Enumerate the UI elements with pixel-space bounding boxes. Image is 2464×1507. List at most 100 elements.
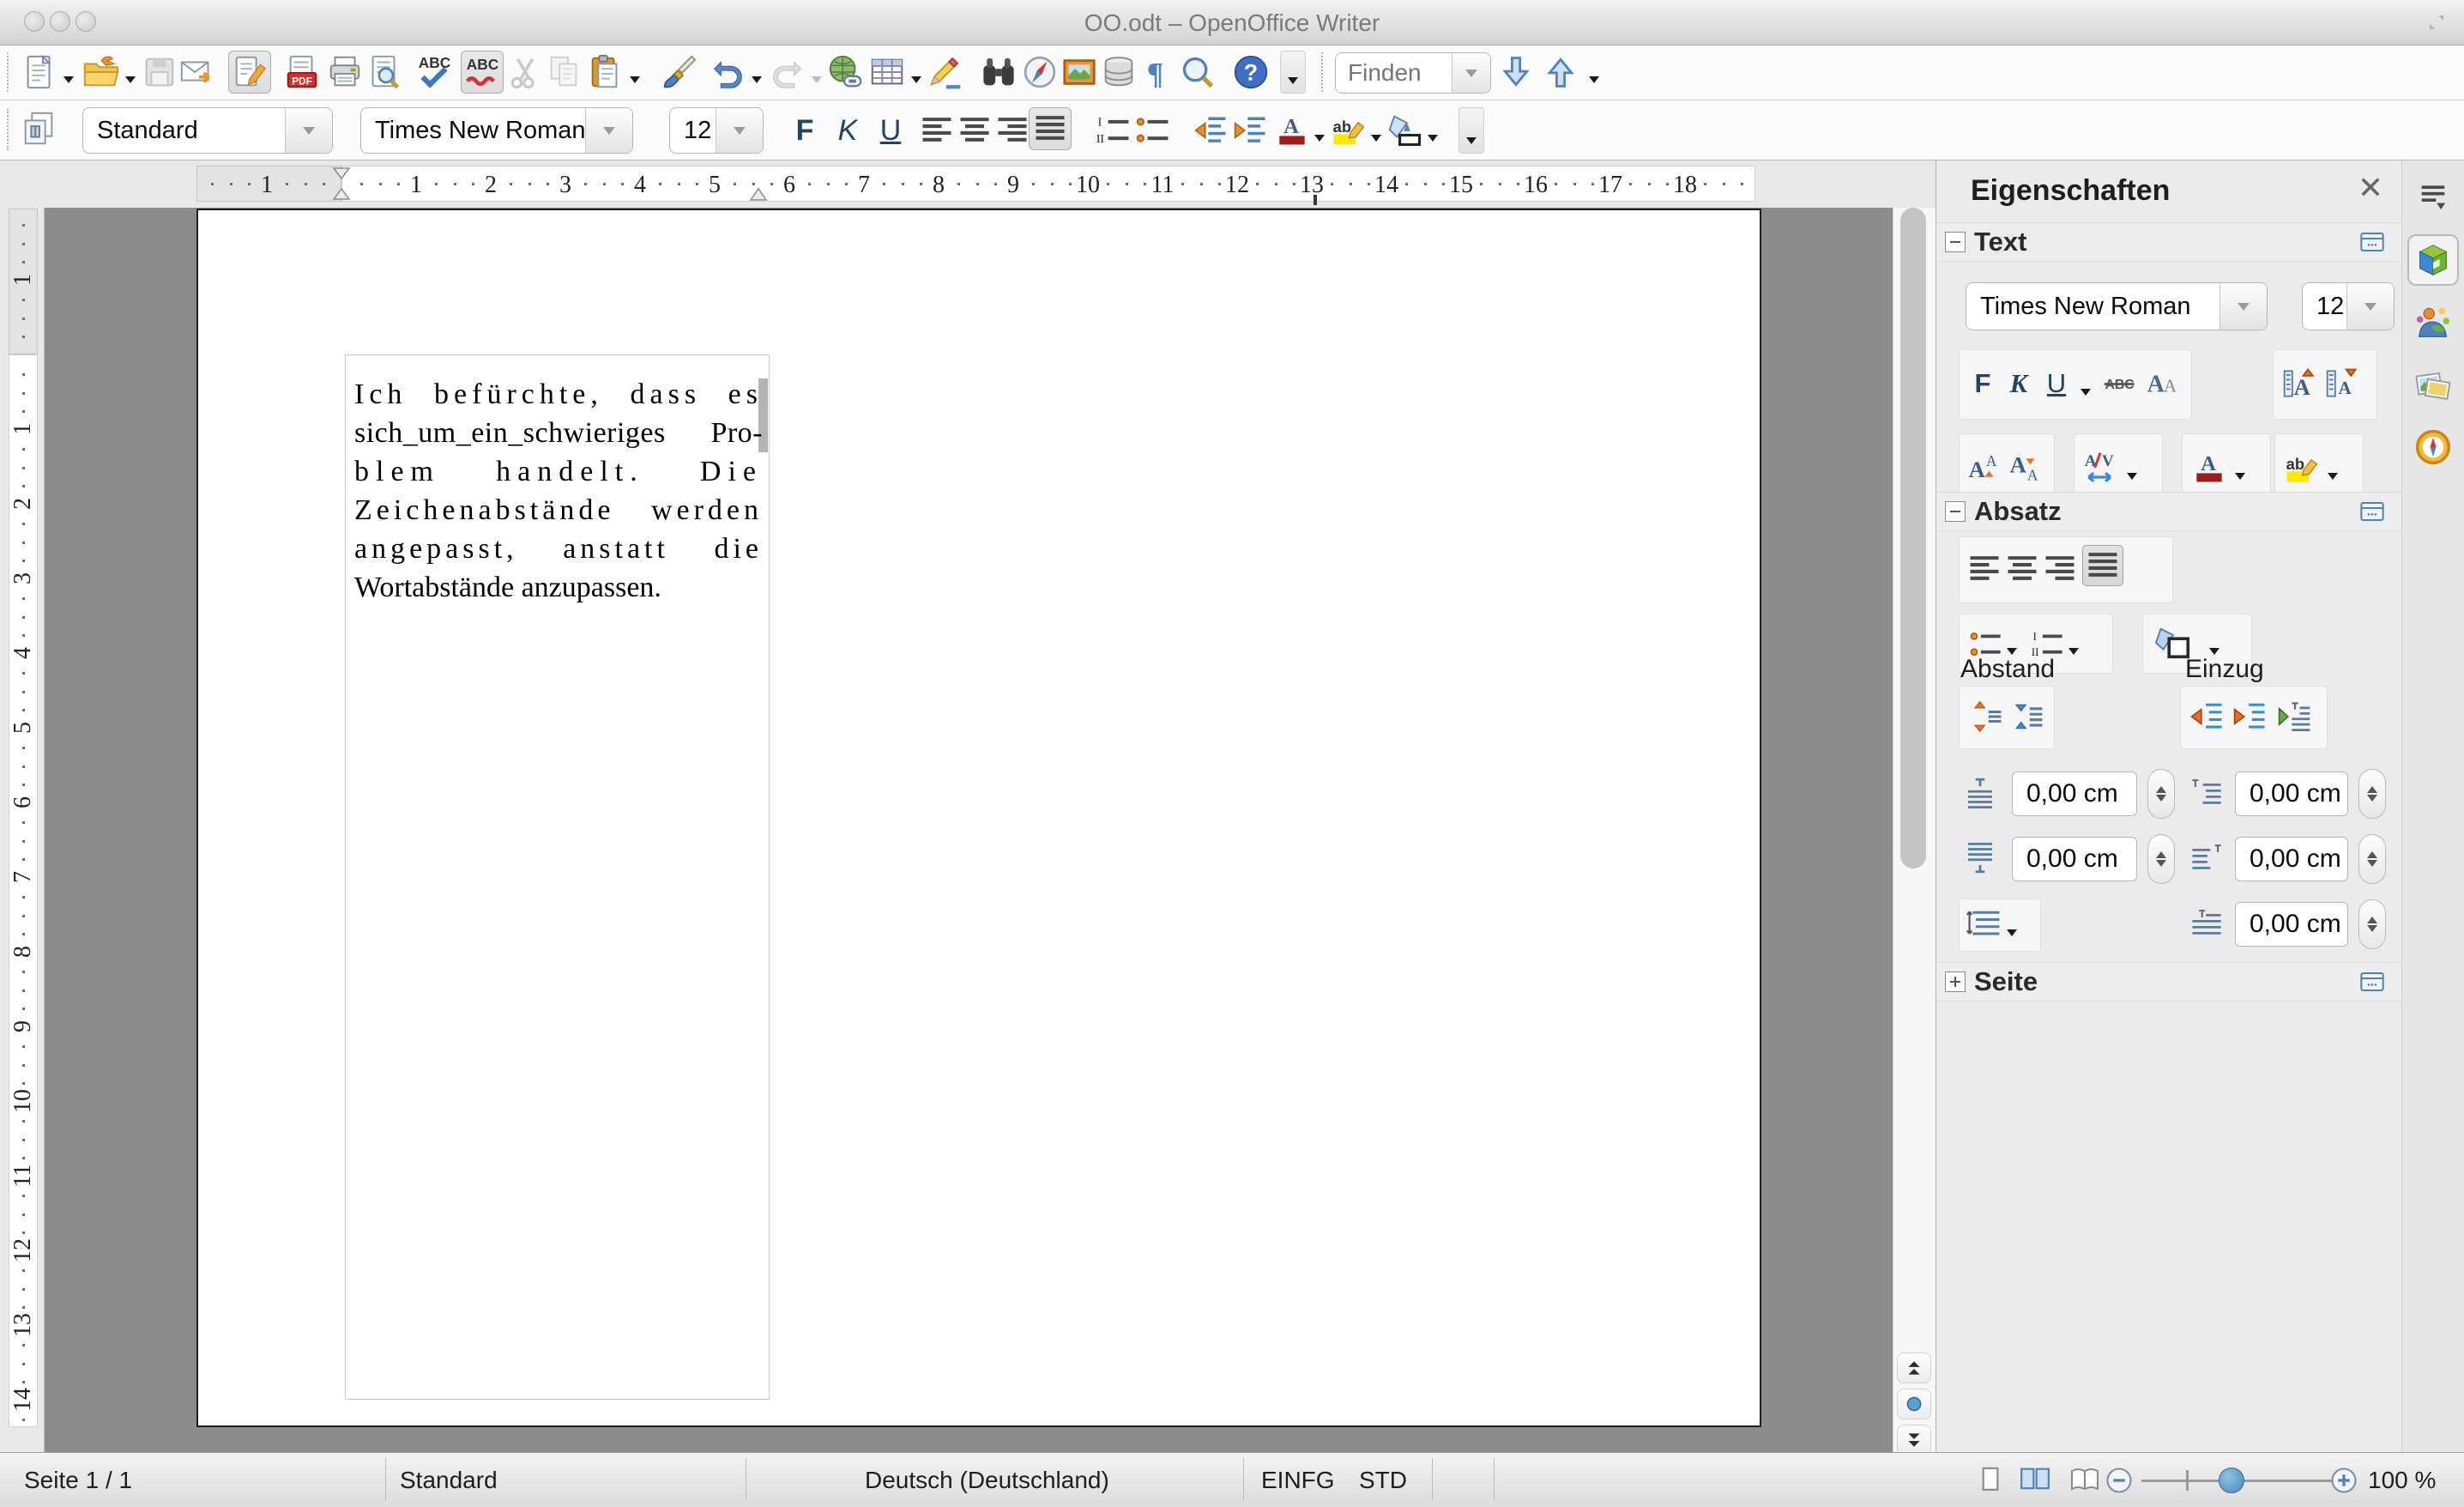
font-size-combo[interactable]: 12 [669,107,764,154]
insert-table-button[interactable] [866,51,909,94]
edit-file-button[interactable] [228,51,271,94]
language[interactable]: Deutsch (Deutschland) [865,1467,1109,1494]
auto-spellcheck-button[interactable]: ABC [461,51,504,94]
bold-button[interactable]: F [783,109,826,152]
format-paintbrush-button[interactable] [658,51,701,94]
fullscreen-icon[interactable] [2425,12,2449,33]
decrease-indent-button[interactable] [2230,696,2271,737]
character-spacing-dropdown[interactable] [2127,473,2137,485]
indent-after-field[interactable]: 0,00 cm [2235,837,2348,881]
vertical-scrollbar[interactable] [1893,208,1936,1456]
underline-button[interactable]: U [869,109,912,152]
next-page-button[interactable] [1897,1425,1931,1456]
selection-mode[interactable]: STD [1359,1467,1407,1494]
toolbar-drag-handle[interactable] [7,109,14,150]
previous-page-button[interactable] [1897,1353,1931,1383]
font-color-button[interactable]: A [1271,109,1314,152]
bold-button[interactable]: F [1962,363,2003,404]
insert-mode[interactable]: EINFG [1261,1467,1335,1494]
character-spacing-button[interactable]: AV [2081,447,2122,488]
tab-styles[interactable] [2407,298,2459,349]
bullet-list-dropdown[interactable] [2007,648,2017,660]
tab-gallery[interactable] [2407,360,2459,411]
zoom-level[interactable]: 100 % [2368,1467,2436,1494]
numbered-list-button[interactable]: I II [2027,624,2068,665]
new-document-dropdown[interactable] [63,76,74,88]
hyperlink-button[interactable] [824,51,867,94]
chevron-down-icon[interactable] [285,108,332,153]
highlight-button[interactable]: ab [1327,109,1370,152]
grow-font-button[interactable]: A [2280,363,2321,404]
align-right-button[interactable] [2039,548,2081,590]
toolbar-drag-handle[interactable] [7,52,14,92]
document-page[interactable]: Ich befürchte, dass es sich_um_ein_schwie… [196,209,1761,1427]
view-multi-page-icon[interactable] [2018,1463,2052,1502]
italic-button[interactable]: K [1998,363,2039,404]
chevron-down-icon[interactable] [585,108,632,153]
align-justify-button[interactable] [2082,545,2123,586]
page-count[interactable]: Seite 1 / 1 [24,1467,132,1494]
character-dialog-button[interactable]: AA [2142,363,2183,404]
find-previous-button[interactable] [1539,51,1582,94]
first-line-indent-field[interactable]: 0,00 cm [2235,902,2348,947]
collapse-icon[interactable] [1945,501,1966,522]
open-dropdown[interactable] [125,76,136,88]
align-left-button[interactable] [1964,548,2005,590]
navigator-button[interactable] [1018,51,1061,94]
print-button[interactable] [323,51,366,94]
align-center-button[interactable] [953,109,996,152]
align-left-button[interactable] [915,109,958,152]
formatting-marks-button[interactable]: ¶ [1137,51,1180,94]
line-spacing-button[interactable] [1964,904,2005,945]
dialog-launcher-icon[interactable] [2358,498,2391,525]
right-indent-marker[interactable] [748,185,769,203]
sidebar-menu-button[interactable] [2407,171,2459,222]
strikethrough-button[interactable]: ABC [2099,363,2141,404]
chevron-down-icon[interactable] [2346,283,2394,330]
help-button[interactable]: ? [1229,51,1272,94]
tab-navigator[interactable] [2407,421,2459,473]
undo-dropdown[interactable] [752,76,762,88]
area-fill-button[interactable] [2153,622,2194,663]
draw-functions-button[interactable] [924,51,967,94]
bullet-list-button[interactable] [1132,109,1175,152]
bullet-list-button[interactable] [1966,624,2007,665]
insert-table-dropdown[interactable] [911,76,921,88]
zoom-in-icon[interactable] [2328,1465,2359,1500]
section-header-paragraph[interactable]: Absatz [1936,492,2401,531]
decrease-spacing-button[interactable] [2007,696,2048,737]
section-header-page[interactable]: Seite [1936,962,2401,1002]
first-line-indent-stepper[interactable] [2358,899,2386,949]
page-preview-button[interactable] [363,51,406,94]
export-pdf-button[interactable]: PDF [281,51,323,94]
numbered-list-dropdown[interactable] [2068,648,2079,660]
increase-indent-button[interactable] [2187,696,2228,737]
zoom-slider-thumb[interactable] [2219,1468,2244,1493]
close-icon[interactable]: ✕ [2353,170,2388,205]
subscript-button[interactable]: AA [2005,447,2046,488]
hanging-indent-button[interactable] [2274,696,2316,737]
document-view[interactable]: Ich befürchte, dass es sich_um_ein_schwie… [45,208,1893,1452]
spelling-button[interactable]: ABC [413,51,456,94]
font-color-dropdown[interactable] [2235,473,2245,485]
line-spacing-dropdown[interactable] [2007,929,2017,941]
indent-before-field[interactable]: 0,00 cm [2235,772,2348,816]
chevron-down-icon[interactable] [716,108,763,153]
expand-icon[interactable] [1945,971,1966,992]
align-justify-button[interactable] [1029,107,1072,150]
chevron-down-icon[interactable] [2219,283,2267,330]
find-toolbar-drag-handle[interactable] [1321,52,1328,92]
undo-button[interactable] [706,51,749,94]
styles-icon[interactable] [19,109,58,153]
shrink-font-button[interactable]: A [2322,363,2364,404]
document-text[interactable]: Ich befürchte, dass es sich_um_ein_schwie… [354,375,763,607]
gallery-button[interactable] [1058,51,1101,94]
area-fill-dropdown[interactable] [2209,648,2219,660]
view-book-icon[interactable] [2068,1463,2102,1502]
spacing-below-field[interactable]: 0,00 cm [2012,837,2137,881]
page-style[interactable]: Standard [400,1467,498,1494]
spacing-above-stepper[interactable] [2147,769,2175,819]
spacing-below-stepper[interactable] [2147,834,2175,884]
paste-button[interactable] [584,51,627,94]
highlight-dropdown[interactable] [2328,473,2338,485]
